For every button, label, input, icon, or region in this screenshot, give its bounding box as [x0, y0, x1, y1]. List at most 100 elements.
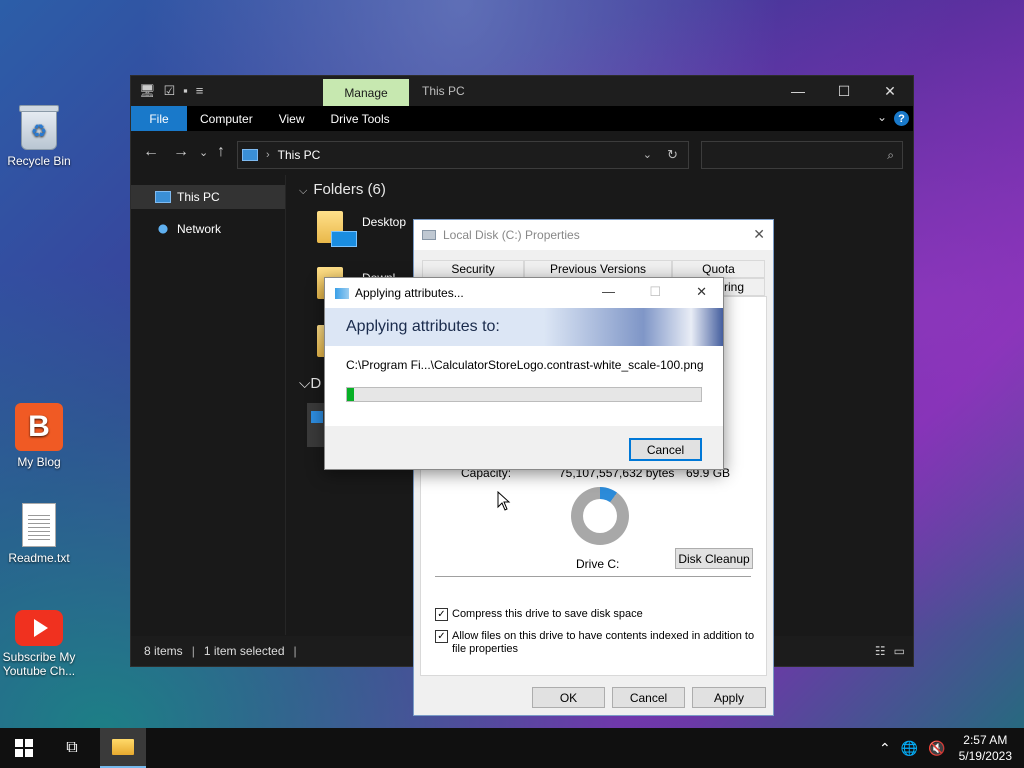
- properties-titlebar[interactable]: Local Disk (C:) Properties: [414, 220, 773, 250]
- dialog-title: Local Disk (C:) Properties: [443, 228, 580, 242]
- chevron-down-icon: ⌵: [299, 185, 308, 197]
- taskbar-file-explorer[interactable]: [100, 728, 146, 768]
- window-title: This PC: [422, 84, 465, 98]
- clock-date: 5/19/2023: [958, 749, 1012, 763]
- system-tray: ⌃ 🌐 🔇 2:57 AM 5/19/2023: [874, 728, 1024, 768]
- tab-file[interactable]: File: [131, 106, 187, 131]
- tab-manage[interactable]: Manage: [323, 79, 409, 106]
- sidebar-item-label: Network: [177, 222, 222, 236]
- forward-icon[interactable]: →: [173, 143, 189, 161]
- item-count: 8 items: [144, 644, 183, 658]
- address-bar[interactable]: › This PC ⌄ ↻: [237, 141, 689, 169]
- search-input[interactable]: ⌕: [701, 141, 903, 169]
- tab-quota[interactable]: Quota: [672, 260, 765, 278]
- disk-usage-chart: [571, 487, 629, 545]
- windows-drive-icon: [311, 411, 323, 423]
- start-button[interactable]: [0, 728, 48, 768]
- disk-cleanup-button[interactable]: Disk Cleanup: [675, 548, 753, 569]
- desktop-icon-recycle-bin[interactable]: ♻ Recycle Bin: [0, 104, 78, 168]
- desktop-icon-my-blog[interactable]: B My Blog: [0, 403, 78, 469]
- apply-button[interactable]: Apply: [692, 687, 766, 708]
- apply-body: C:\Program Fi...\CalculatorStoreLogo.con…: [325, 346, 723, 426]
- chevron-up-icon[interactable]: ⌃: [879, 740, 891, 757]
- expand-ribbon-icon[interactable]: ⌄: [877, 110, 887, 124]
- group-header-folders[interactable]: ⌵ Folders (6): [299, 181, 386, 198]
- taskbar: ⧉ ⌃ 🌐 🔇 2:57 AM 5/19/2023: [0, 728, 1024, 768]
- desktop-icon-readme[interactable]: Readme.txt: [0, 503, 78, 565]
- desktop-folder-overlay-icon: [331, 231, 357, 247]
- large-icons-view-icon[interactable]: ▭: [894, 644, 905, 658]
- tab-previous-versions[interactable]: Previous Versions: [524, 260, 672, 278]
- applying-attributes-dialog[interactable]: Applying attributes... — ☐ ✕ Applying at…: [324, 277, 724, 470]
- minimize-button[interactable]: —: [775, 80, 821, 102]
- chevron-down-icon[interactable]: ⌄: [643, 148, 652, 161]
- refresh-icon[interactable]: ↻: [667, 147, 678, 163]
- properties-icon[interactable]: ☑: [164, 83, 176, 99]
- compress-checkbox[interactable]: ✓: [435, 608, 448, 621]
- help-icon[interactable]: ?: [894, 111, 909, 126]
- progress-bar: [346, 387, 702, 402]
- tab-computer[interactable]: Computer: [187, 106, 266, 131]
- progress-fill: [347, 388, 355, 401]
- search-icon[interactable]: ⌕: [887, 148, 894, 163]
- folder-label[interactable]: Desktop: [362, 215, 406, 229]
- tab-view[interactable]: View: [266, 106, 318, 131]
- desktop-icon-youtube[interactable]: Subscribe My Youtube Ch...: [0, 604, 78, 678]
- computer-icon[interactable]: 🖥: [139, 83, 156, 99]
- tab-security[interactable]: Security: [422, 260, 524, 278]
- tab-drive-tools[interactable]: Drive Tools: [317, 106, 402, 131]
- desktop-icon-label: Recycle Bin: [7, 154, 71, 168]
- back-icon[interactable]: ←: [143, 143, 159, 161]
- cancel-button[interactable]: Cancel: [612, 687, 685, 708]
- close-button[interactable]: ✕: [867, 80, 913, 102]
- clock-time: 2:57 AM: [963, 733, 1008, 747]
- blogger-icon: B: [15, 403, 63, 451]
- close-icon[interactable]: ✕: [753, 226, 765, 243]
- index-checkbox[interactable]: ✓: [435, 630, 448, 643]
- compress-option[interactable]: ✓ Compress this drive to save disk space: [435, 608, 755, 621]
- index-label: Allow files on this drive to have conten…: [452, 630, 755, 655]
- task-view-button[interactable]: ⧉: [52, 728, 92, 768]
- view-toggle: ☷ ▭: [875, 644, 905, 658]
- address-path[interactable]: This PC: [278, 148, 321, 162]
- computer-icon: [242, 149, 258, 161]
- sidebar-item-this-pc[interactable]: This PC: [131, 185, 285, 209]
- windows-logo-icon: [15, 739, 33, 757]
- maximize-button[interactable]: ☐: [821, 80, 867, 102]
- close-icon[interactable]: ✕: [696, 284, 707, 300]
- text-file-icon: [22, 503, 56, 547]
- dialog-title: Applying attributes...: [355, 286, 464, 300]
- apply-titlebar[interactable]: Applying attributes... — ☐ ✕: [325, 278, 723, 308]
- task-view-icon: ⧉: [66, 739, 78, 756]
- cancel-button[interactable]: Cancel: [629, 438, 702, 461]
- desktop-icon-label: Subscribe My Youtube Ch...: [2, 650, 76, 678]
- minimize-icon[interactable]: —: [602, 284, 615, 299]
- folder-icon: [112, 739, 134, 755]
- globe-icon[interactable]: 🌐: [901, 740, 918, 757]
- selection-count: 1 item selected: [203, 644, 285, 658]
- chevron-right-icon[interactable]: ›: [266, 149, 270, 161]
- explorer-titlebar[interactable]: 🖥 ☑ ▪ ≡ Manage This PC — ☐ ✕: [131, 76, 913, 106]
- clock[interactable]: 2:57 AM 5/19/2023: [959, 732, 1012, 764]
- navigation-pane: This PC Network: [131, 175, 286, 635]
- apply-attributes-icon: [335, 287, 349, 299]
- computer-icon: [155, 191, 171, 203]
- quick-access-toolbar: 🖥 ☑ ▪ ≡: [139, 83, 203, 99]
- new-folder-icon[interactable]: ▪: [183, 83, 188, 99]
- drive-label: Drive C:: [576, 557, 620, 571]
- ok-button[interactable]: OK: [532, 687, 605, 708]
- drive-icon: [422, 230, 436, 240]
- recent-locations-icon[interactable]: ⌄: [199, 146, 208, 159]
- up-icon[interactable]: ↑: [217, 143, 225, 161]
- compress-label: Compress this drive to save disk space: [452, 608, 643, 620]
- youtube-icon: [15, 610, 63, 646]
- network-icon: [155, 223, 171, 235]
- group-header-devices[interactable]: ⌵D: [299, 375, 321, 392]
- speaker-muted-icon[interactable]: 🔇: [928, 740, 945, 757]
- current-file-path: C:\Program Fi...\CalculatorStoreLogo.con…: [346, 358, 704, 372]
- customize-toolbar-icon[interactable]: ≡: [196, 83, 204, 99]
- minimize-icon: —: [791, 83, 805, 99]
- sidebar-item-network[interactable]: Network: [131, 217, 285, 241]
- index-option[interactable]: ✓ Allow files on this drive to have cont…: [435, 630, 755, 656]
- details-view-icon[interactable]: ☷: [875, 644, 886, 658]
